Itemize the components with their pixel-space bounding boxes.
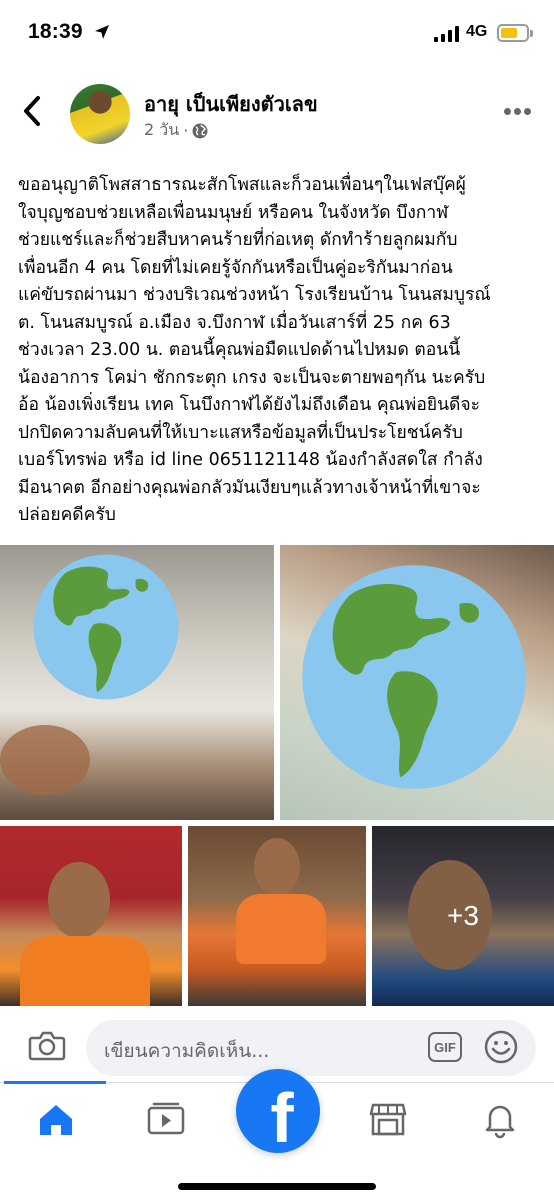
post-text-line: มีอนาคต อีกอย่างคุณพ่อกลัวมันเงียบๆแล้วท… [18, 477, 481, 498]
post-text-line: ขออนุญาติโพสสาธารณะสักโพสและก็วอนเพื่อนๆ… [18, 175, 466, 195]
globe-icon [192, 123, 208, 138]
more-photos-overlay[interactable]: +3 [372, 826, 554, 1006]
post-text-line: เบอร์โทรพ่อ หรือ id line 0651121148 น้อง… [18, 450, 483, 470]
post-text-line: แค่ขับรถผ่านมา ช่วงบริเวณช่วงหน้า โรงเรี… [18, 285, 491, 305]
post-text-line: อ้อ น้องเพิ่งเรียน เทค โนบึงกาฬได้ยังไม่… [18, 395, 481, 415]
location-arrow-icon [95, 25, 109, 39]
post-text-line: ช่วงเวลา 23.00 น. ตอนนี้คุณพ่อมืดแปดด้าน… [18, 340, 461, 360]
battery-icon [497, 24, 529, 42]
network-type: 4G [466, 23, 488, 40]
post-photo-3[interactable] [0, 826, 182, 1006]
post-photo-5[interactable]: +3 [372, 826, 554, 1006]
active-tab-indicator [4, 1081, 106, 1084]
notifications-icon[interactable] [480, 1099, 520, 1139]
marketplace-icon[interactable] [368, 1099, 408, 1139]
camera-icon[interactable] [28, 1028, 66, 1062]
post-text: ขออนุญาติโพสสาธารณะสักโพสและก็วอนเพื่อนๆ… [18, 172, 540, 530]
post-header: อายุ เป็นเพียงตัวเลข 2 วัน · [0, 78, 554, 150]
facebook-logo-button[interactable]: f [236, 1069, 320, 1153]
post-photo-1[interactable] [0, 545, 274, 820]
post-photo-2[interactable] [280, 545, 554, 820]
status-time: 18:39 [28, 20, 83, 43]
post-text-line: ปล่อยคดีครับ [18, 505, 116, 525]
bottom-tab-bar: f [0, 1069, 554, 1200]
post-text-line: ช่วยแชร์และก็ช่วยสืบหาคนร้ายที่ก่อเหตุ ด… [18, 230, 458, 250]
post-text-line: เพื่อนอีก 4 คน โดยที่ไม่เคยรู้จักกันหรือ… [18, 257, 453, 278]
status-bar: 18:39 4G [0, 0, 554, 66]
comment-input[interactable]: เขียนความคิดเห็น... GIF [86, 1020, 536, 1076]
earth-globe-sticker [300, 563, 528, 791]
post-text-line: ต. โนนสมบูรณ์ อ.เมือง จ.บึงกาฬ เมื่อวันเ… [18, 312, 451, 333]
back-arrow-icon[interactable] [18, 94, 48, 128]
post-text-line: ปกปิดความลับคนที่ให้เบาะแสหรือข้อมูลที่เ… [18, 422, 463, 443]
post-meta: 2 วัน · [144, 118, 208, 143]
home-icon[interactable] [36, 1099, 76, 1139]
post-photo-4[interactable] [188, 826, 366, 1006]
earth-globe-sticker [32, 553, 180, 701]
more-options-icon[interactable] [504, 108, 532, 116]
watch-icon[interactable] [146, 1099, 186, 1139]
author-name[interactable]: อายุ เป็นเพียงตัวเลข [144, 88, 318, 120]
post-text-line: ใจบุญชอบช่วยเหลือเพื่อนมนุษย์ หรือคน ในจ… [18, 202, 449, 223]
home-indicator [178, 1183, 376, 1190]
gif-button[interactable]: GIF [428, 1032, 462, 1062]
avatar[interactable] [70, 84, 130, 144]
comment-placeholder: เขียนความคิดเห็น... [104, 1040, 270, 1062]
facebook-logo: f [270, 1079, 294, 1157]
post-text-line: น้องอาการ โคม่า ชักกระตุก เกรง จะเป็นจะต… [18, 367, 486, 388]
meta-separator: · [183, 121, 189, 140]
post-time[interactable]: 2 วัน [144, 118, 179, 143]
emoji-icon[interactable] [484, 1030, 518, 1064]
signal-icon [434, 26, 460, 42]
